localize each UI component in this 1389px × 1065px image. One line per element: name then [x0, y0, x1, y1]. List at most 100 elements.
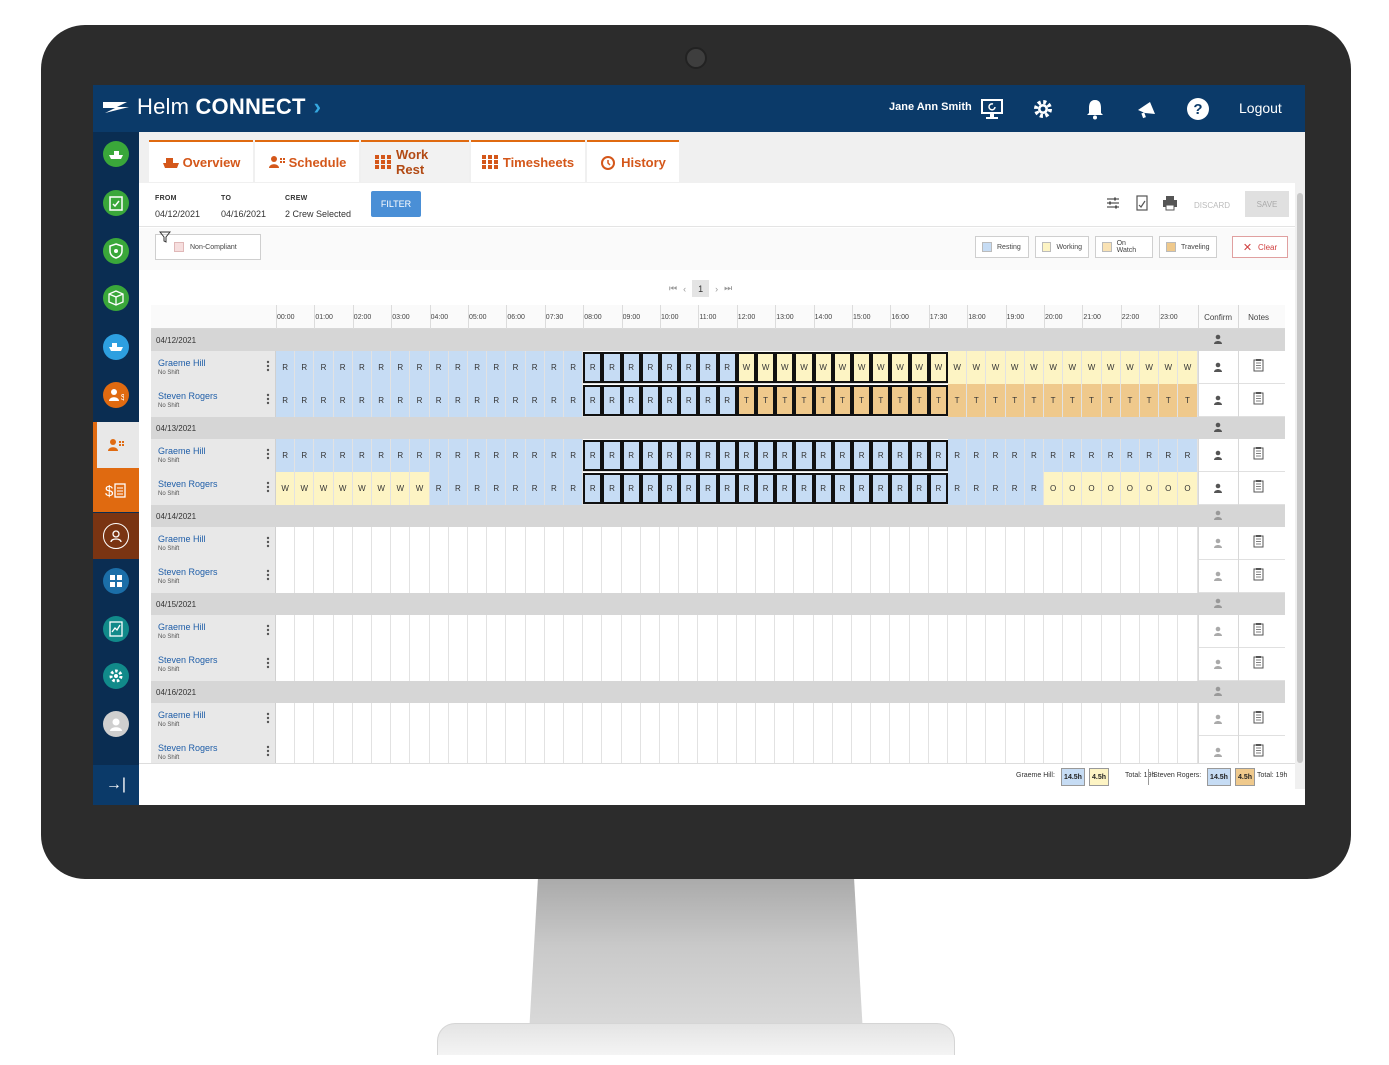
time-slot-cell[interactable]: W	[736, 352, 756, 383]
time-slot-cell[interactable]	[1101, 527, 1121, 560]
time-slot-cell[interactable]: R	[928, 473, 948, 504]
time-slot-cell[interactable]	[564, 615, 584, 648]
time-slot-cell[interactable]: R	[602, 440, 622, 471]
time-slot-cell[interactable]: R	[564, 472, 584, 505]
time-slot-cell[interactable]	[525, 648, 545, 681]
time-slot-cell[interactable]	[1159, 615, 1179, 648]
time-slot-cell[interactable]: W	[1005, 351, 1025, 384]
time-slot-cell[interactable]	[391, 527, 411, 560]
time-slot-cell[interactable]	[487, 615, 507, 648]
time-slot-cell[interactable]	[564, 648, 584, 681]
time-slot-cell[interactable]	[1082, 615, 1102, 648]
time-slot-cell[interactable]: R	[621, 385, 641, 416]
time-slot-cell[interactable]	[775, 527, 795, 560]
time-slot-cell[interactable]: R	[564, 384, 584, 417]
time-slot-cell[interactable]	[1120, 615, 1140, 648]
time-slot-cell[interactable]: R	[775, 440, 795, 471]
time-slot-cell[interactable]	[1024, 648, 1044, 681]
time-slot-cell[interactable]	[314, 560, 334, 593]
sliders-icon[interactable]	[1105, 195, 1121, 211]
time-slot-cell[interactable]: W	[794, 352, 814, 383]
time-slot-cell[interactable]	[352, 615, 372, 648]
time-slot-cell[interactable]	[871, 648, 891, 681]
time-slot-cell[interactable]	[333, 615, 353, 648]
time-slot-cell[interactable]: R	[890, 473, 910, 504]
time-slot-cell[interactable]: W	[276, 472, 296, 505]
time-slot-cell[interactable]: R	[756, 473, 776, 504]
time-slot-cell[interactable]	[448, 703, 468, 736]
filter-button[interactable]: FILTER	[371, 191, 421, 217]
time-slot-cell[interactable]	[448, 560, 468, 593]
time-slot-cell[interactable]	[948, 648, 968, 681]
time-slot-cell[interactable]: R	[756, 440, 776, 471]
time-slot-cell[interactable]	[295, 615, 315, 648]
more-vertical-icon[interactable]	[266, 569, 270, 581]
time-slot-cell[interactable]	[506, 615, 526, 648]
time-slot-cell[interactable]	[1159, 703, 1179, 736]
time-slot-cell[interactable]	[525, 703, 545, 736]
time-slot-cell[interactable]: W	[909, 352, 929, 383]
crew-name-link[interactable]: Graeme Hill	[158, 534, 206, 544]
time-slot-cell[interactable]	[756, 560, 776, 593]
helm-connect-logo[interactable]: Helm CONNECT ›	[101, 94, 321, 120]
payroll-icon[interactable]: $	[103, 477, 129, 503]
time-slot-cell[interactable]: R	[372, 439, 392, 472]
tab-history[interactable]: History	[587, 140, 679, 182]
time-slot-cell[interactable]: W	[832, 352, 852, 383]
time-slot-cell[interactable]	[640, 560, 660, 593]
more-vertical-icon[interactable]	[266, 745, 270, 757]
confirm-button[interactable]	[1197, 527, 1238, 560]
time-slot-cell[interactable]: R	[871, 440, 891, 471]
time-slot-cell[interactable]: T	[832, 385, 852, 416]
time-slot-cell[interactable]	[410, 703, 430, 736]
time-slot-cell[interactable]: T	[1082, 384, 1102, 417]
tab-overview[interactable]: Overview	[149, 140, 253, 182]
time-slot-cell[interactable]: R	[1082, 439, 1102, 472]
time-slot-cell[interactable]: O	[1101, 472, 1121, 505]
time-slot-cell[interactable]	[660, 560, 680, 593]
confirm-day-button[interactable]	[1198, 505, 1238, 527]
time-slot-cell[interactable]: R	[525, 351, 545, 384]
time-slot-cell[interactable]: W	[813, 352, 833, 383]
time-slot-cell[interactable]: R	[429, 472, 449, 505]
time-slot-cell[interactable]: R	[967, 472, 987, 505]
time-slot-cell[interactable]: R	[276, 384, 296, 417]
crew-pay-icon[interactable]: $	[103, 382, 129, 408]
time-slot-cell[interactable]	[717, 560, 737, 593]
time-slot-cell[interactable]: T	[852, 385, 872, 416]
time-slot-cell[interactable]: R	[928, 440, 948, 471]
time-slot-cell[interactable]: R	[679, 352, 699, 383]
time-slot-cell[interactable]: R	[468, 472, 488, 505]
from-date-field[interactable]: 04/12/2021	[155, 209, 200, 219]
ship-icon[interactable]	[103, 334, 129, 360]
time-slot-cell[interactable]: T	[967, 384, 987, 417]
crew-name-link[interactable]: Steven Rogers	[158, 479, 218, 489]
time-slot-cell[interactable]: R	[525, 472, 545, 505]
legend-traveling[interactable]: Traveling	[1159, 236, 1217, 258]
time-slot-cell[interactable]	[813, 703, 833, 736]
time-slot-cell[interactable]	[352, 527, 372, 560]
time-slot-cell[interactable]: W	[372, 472, 392, 505]
time-slot-cell[interactable]	[1178, 560, 1198, 593]
time-slot-cell[interactable]	[640, 703, 660, 736]
time-slot-cell[interactable]: R	[871, 473, 891, 504]
time-slot-cell[interactable]	[871, 560, 891, 593]
time-slot-cell[interactable]: R	[525, 384, 545, 417]
discard-button[interactable]: DISCARD	[1194, 201, 1230, 210]
legend-working[interactable]: Working	[1035, 236, 1089, 258]
tab-work-rest[interactable]: Work Rest	[361, 140, 469, 182]
time-slot-cell[interactable]: W	[1140, 351, 1160, 384]
notes-button[interactable]	[1237, 615, 1279, 648]
time-slot-cell[interactable]	[544, 560, 564, 593]
time-slot-cell[interactable]	[276, 615, 296, 648]
legend-on-watch[interactable]: On Watch	[1095, 236, 1153, 258]
time-slot-cell[interactable]	[429, 615, 449, 648]
time-slot-cell[interactable]	[391, 703, 411, 736]
megaphone-icon[interactable]	[1132, 94, 1162, 124]
time-slot-cell[interactable]: R	[813, 440, 833, 471]
time-slot-cell[interactable]	[986, 648, 1006, 681]
time-slot-cell[interactable]: R	[506, 351, 526, 384]
time-slot-cell[interactable]	[967, 703, 987, 736]
time-slot-cell[interactable]	[1159, 560, 1179, 593]
time-slot-cell[interactable]: R	[602, 473, 622, 504]
